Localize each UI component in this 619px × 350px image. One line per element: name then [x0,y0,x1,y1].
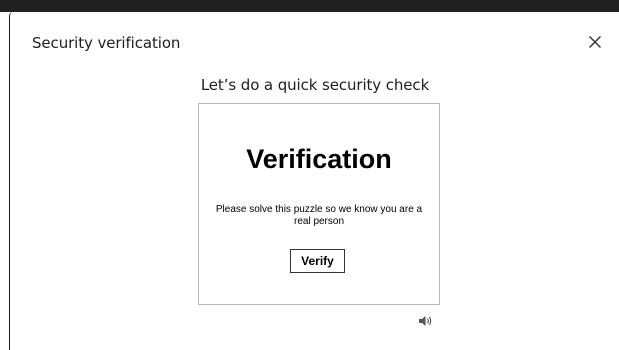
security-check-heading: Let’s do a quick security check [200,76,430,94]
window-top-strip [0,0,619,12]
puzzle-title: Verification [246,144,392,174]
puzzle-instructions: Please solve this puzzle so we know you … [215,204,423,227]
page: Security verification Let’s do a quick s… [0,0,619,350]
security-verification-dialog: Security verification Let’s do a quick s… [9,12,619,350]
puzzle-frame: Verification Please solve this puzzle so… [198,103,440,305]
verify-button[interactable]: Verify [290,249,345,273]
dialog-title: Security verification [32,34,181,52]
audio-challenge-button[interactable] [418,314,434,328]
speaker-icon [419,316,432,326]
close-button[interactable] [583,30,607,54]
close-icon [589,36,601,48]
